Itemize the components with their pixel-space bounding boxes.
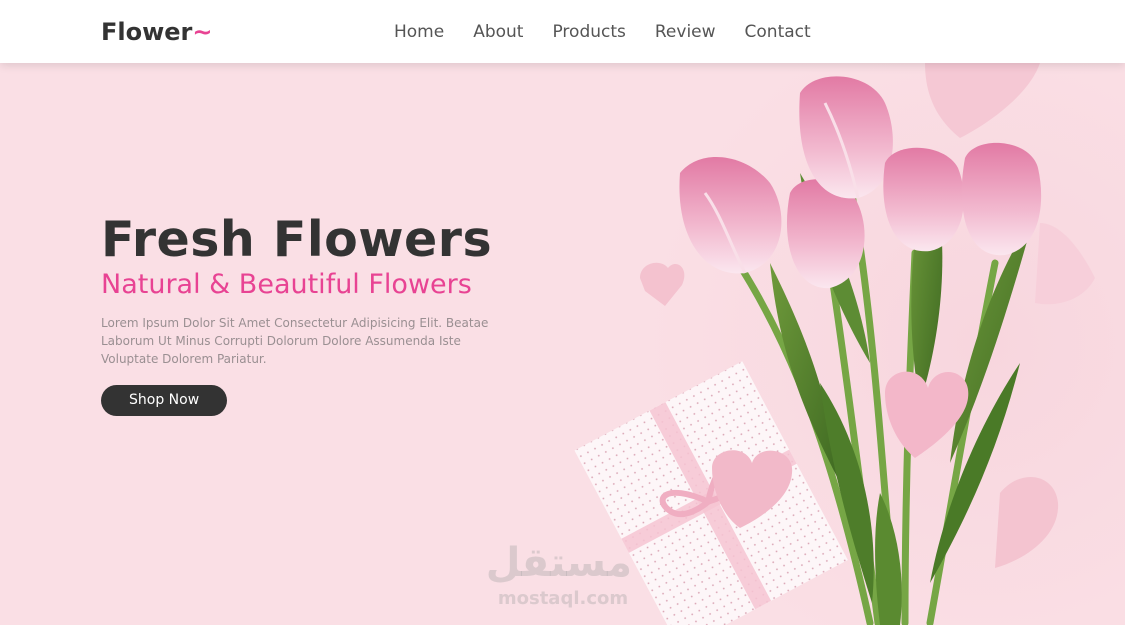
nav-home[interactable]: Home	[394, 20, 444, 44]
watermark-latin: mostaql.com	[497, 588, 629, 609]
hero-content: Fresh Flowers Natural & Beautiful Flower…	[101, 211, 521, 416]
hero-section: Fresh Flowers Natural & Beautiful Flower…	[0, 63, 1125, 625]
tulip-flower-icon	[961, 142, 1042, 256]
nav-review[interactable]: Review	[655, 20, 716, 44]
shop-now-button[interactable]: Shop Now	[101, 385, 228, 416]
nav-contact[interactable]: Contact	[745, 20, 811, 44]
site-header: Flower~ Home About Products Review Conta…	[0, 0, 1125, 63]
logo-text: Flower	[101, 18, 193, 46]
hero-title: Fresh Flowers	[101, 211, 493, 268]
watermark-arabic: مستقل	[485, 540, 632, 586]
nav-about[interactable]: About	[473, 20, 523, 44]
logo-mark: ~	[192, 18, 213, 46]
main-nav: Home About Products Review Contact	[394, 20, 840, 44]
logo[interactable]: Flower~	[101, 17, 213, 47]
hero-subtitle: Natural & Beautiful Flowers	[101, 269, 472, 300]
nav-products[interactable]: Products	[552, 20, 625, 44]
hero-description: Lorem Ipsum Dolor Sit Amet Consectetur A…	[101, 316, 489, 366]
